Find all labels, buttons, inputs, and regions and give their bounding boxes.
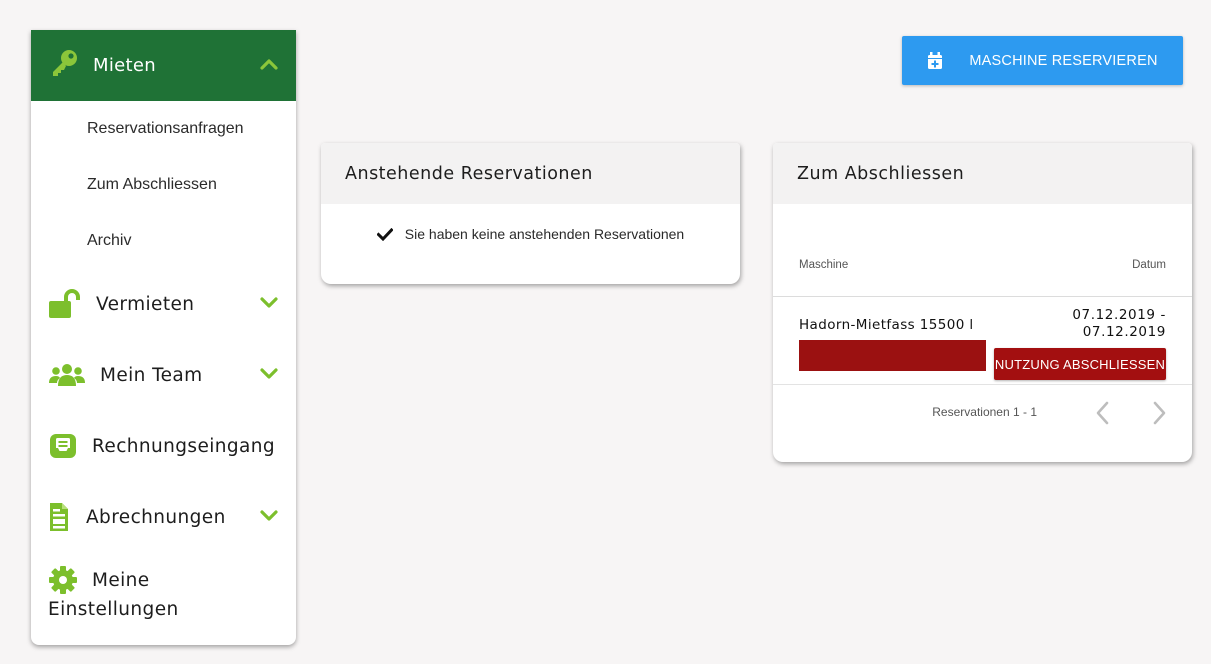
sidebar-subitem-zum-abschliessen[interactable]: Zum Abschliessen	[31, 157, 296, 213]
column-header-machine: Maschine	[799, 259, 849, 271]
date-line-1: 07.12.2019 -	[1072, 307, 1166, 323]
document-icon	[48, 501, 86, 533]
sidebar-item-label: Rechnungseingang	[92, 435, 276, 457]
sidebar-subitem-archiv[interactable]: Archiv	[31, 213, 296, 269]
sidebar-subitem-reservationsanfragen[interactable]: Reservationsanfragen	[31, 101, 296, 157]
team-icon	[48, 362, 100, 388]
gear-icon	[48, 565, 92, 595]
sidebar-item-label: Mein Team	[100, 364, 203, 386]
key-icon	[49, 48, 79, 83]
invoice-inbox-icon	[48, 431, 92, 461]
sidebar-item-label: Vermieten	[96, 293, 195, 315]
reserve-machine-button[interactable]: MASCHINE RESERVIEREN	[902, 36, 1183, 85]
pagination-text: Reservationen 1 - 1	[932, 405, 1037, 419]
sidebar-item-mieten[interactable]: Mieten	[31, 30, 296, 101]
calendar-plus-icon	[928, 51, 943, 69]
chevron-down-icon[interactable]	[260, 508, 278, 526]
chevron-up-icon[interactable]	[260, 57, 278, 75]
table-row: Hadorn-Mietfass 15500 l 07.12.2019 - 07.…	[773, 297, 1192, 385]
card-title: Zum Abschliessen	[773, 143, 1192, 204]
sidebar-item-label: Mieten	[93, 55, 156, 76]
chevron-left-icon[interactable]	[1090, 398, 1114, 428]
date-line-2: 07.12.2019	[1082, 324, 1166, 340]
finish-usage-button[interactable]: NUTZUNG ABSCHLIESSEN	[994, 348, 1166, 380]
sidebar-item-mein-team[interactable]: Mein Team	[31, 339, 296, 411]
column-header-date: Datum	[1132, 259, 1166, 271]
redacted-block	[799, 340, 986, 371]
sidebar: Mieten Reservationsanfragen Zum Abschlie…	[31, 30, 296, 645]
chevron-right-icon[interactable]	[1148, 398, 1172, 428]
sidebar-item-label-line1: Meine	[92, 569, 150, 591]
sidebar-item-label: Abrechnungen	[86, 506, 226, 528]
checkmark-icon	[376, 227, 393, 241]
reservation-date: 07.12.2019 - 07.12.2019	[1046, 307, 1166, 341]
reserve-machine-label: MASCHINE RESERVIEREN	[969, 52, 1158, 69]
sidebar-item-vermieten[interactable]: Vermieten	[31, 269, 296, 339]
sidebar-item-meine-einstellungen[interactable]: Meine Einstellungen	[31, 553, 296, 645]
pending-reservations-card: Anstehende Reservationen Sie haben keine…	[321, 143, 740, 284]
chevron-down-icon[interactable]	[260, 366, 278, 384]
to-close-card: Zum Abschliessen Maschine Datum Hadorn-M…	[773, 143, 1192, 462]
machine-name: Hadorn-Mietfass 15500 l	[799, 317, 974, 333]
chevron-down-icon[interactable]	[260, 295, 278, 313]
pagination: Reservationen 1 - 1	[773, 385, 1192, 441]
unlock-icon	[48, 289, 96, 319]
card-title: Anstehende Reservationen	[321, 143, 740, 204]
sidebar-item-abrechnungen[interactable]: Abrechnungen	[31, 481, 296, 553]
sidebar-item-rechnungseingang[interactable]: Rechnungseingang	[31, 411, 296, 481]
sidebar-item-label-line2: Einstellungen	[48, 599, 179, 620]
table-header: Maschine Datum	[773, 204, 1192, 297]
empty-message: Sie haben keine anstehenden Reservatione…	[404, 226, 685, 242]
empty-state: Sie haben keine anstehenden Reservatione…	[321, 204, 740, 242]
